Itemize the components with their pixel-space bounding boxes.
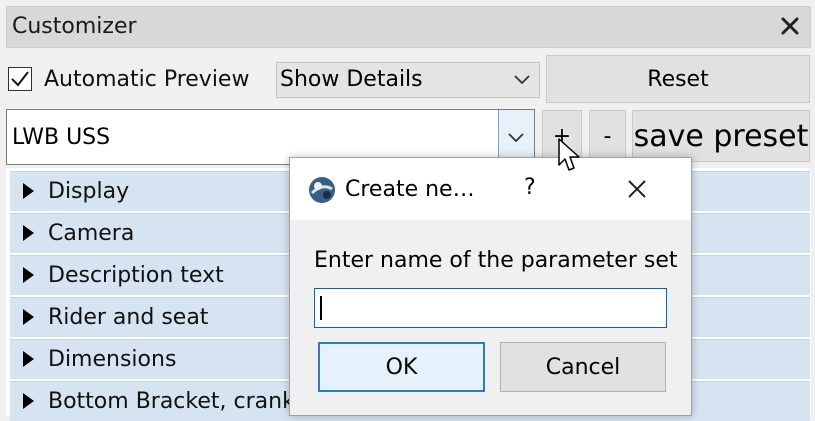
cancel-button[interactable]: Cancel (500, 342, 666, 392)
reset-button[interactable]: Reset (546, 55, 810, 103)
close-icon[interactable] (778, 14, 802, 38)
help-icon[interactable]: ? (524, 175, 536, 200)
dialog-prompt: Enter name of the parameter set (314, 248, 678, 273)
dialog-title: Create ne… (345, 177, 475, 202)
window-title: Customizer (12, 14, 137, 39)
chevron-down-icon (508, 133, 524, 143)
mouse-cursor-icon (558, 138, 580, 171)
preset-combobox-value: LWB USS (12, 125, 111, 150)
tree-item-label: Dimensions (48, 347, 177, 372)
preset-name-input[interactable] (314, 288, 667, 328)
automatic-preview-checkbox[interactable] (8, 67, 32, 91)
tree-item-label: Rider and seat (48, 305, 209, 330)
caret-right-icon (23, 309, 34, 325)
tree-item-label: Camera (48, 221, 135, 246)
chevron-down-icon (514, 75, 530, 85)
details-select-value: Show Details (280, 67, 423, 92)
remove-preset-button[interactable]: - (589, 110, 626, 162)
caret-right-icon (23, 225, 34, 241)
close-icon[interactable] (623, 175, 651, 203)
caret-right-icon (23, 183, 34, 199)
openscad-icon (309, 177, 335, 203)
tree-item-label: Bottom Bracket, cranks (48, 389, 307, 414)
checkmark-icon (11, 71, 29, 87)
automatic-preview-label: Automatic Preview (44, 67, 250, 92)
save-preset-button[interactable]: save preset (632, 110, 810, 162)
tree-item-label: Display (48, 179, 130, 204)
caret-right-icon (23, 267, 34, 283)
caret-right-icon (23, 351, 34, 367)
ok-button[interactable]: OK (318, 342, 485, 392)
text-caret (320, 296, 322, 320)
tree-item-label: Description text (48, 263, 224, 288)
caret-right-icon (23, 393, 34, 409)
